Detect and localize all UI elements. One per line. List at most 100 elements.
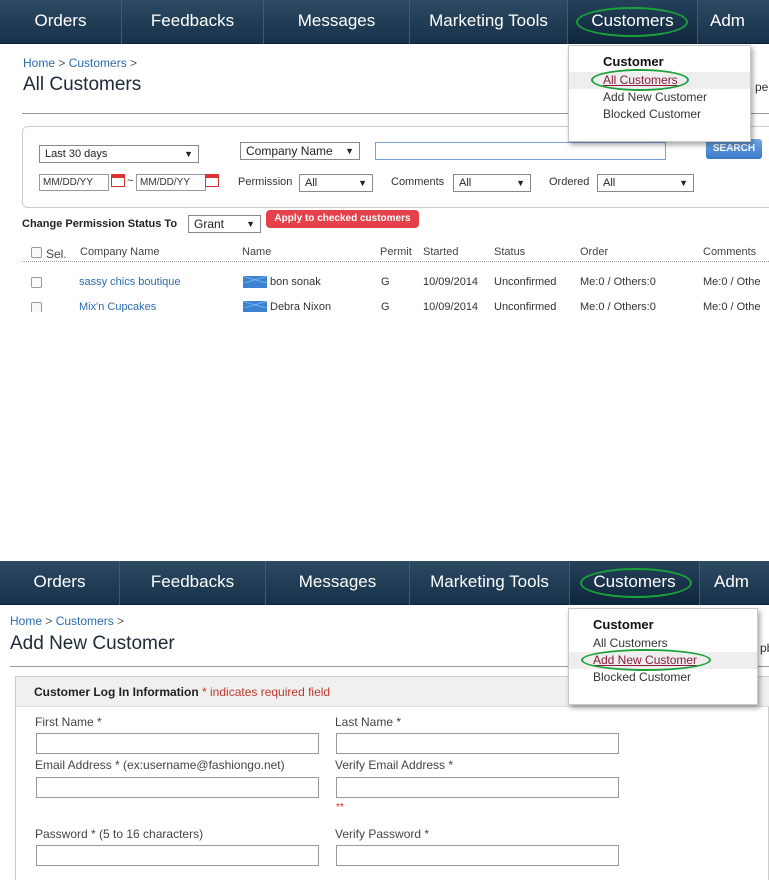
calendar-icon[interactable] — [205, 174, 219, 187]
nav-admin[interactable]: Adm — [698, 0, 769, 44]
menu-item-blocked-customer[interactable]: Blocked Customer — [569, 669, 757, 686]
comments-select[interactable]: All ▼ — [453, 174, 531, 192]
permit-value: G — [381, 301, 390, 312]
column-header-status[interactable]: Status — [494, 246, 525, 258]
dropdown-header: Customer — [593, 617, 654, 632]
company-link[interactable]: Mix'n Cupcakes — [79, 301, 156, 312]
column-header-sel: Sel. — [46, 247, 67, 261]
form-section-title: Customer Log In Information — [34, 685, 199, 699]
comment-count: Me:0 / Othe — [703, 301, 761, 312]
search-input[interactable] — [375, 142, 666, 160]
highlight-oval — [591, 69, 689, 91]
breadcrumb-separator: > — [126, 56, 138, 70]
nav-feedbacks[interactable]: Feedbacks — [120, 561, 266, 605]
verify-password-input[interactable] — [336, 845, 619, 866]
ordered-select[interactable]: All ▼ — [597, 174, 694, 192]
end-date-input[interactable]: MM/DD/YY — [136, 174, 206, 191]
customer-name: Debra Nixon — [270, 301, 332, 312]
breadcrumb-separator: > — [55, 56, 69, 70]
calendar-icon[interactable] — [111, 174, 125, 187]
chevron-down-icon: ▼ — [345, 146, 354, 156]
required-note: * indicates required field — [202, 685, 331, 699]
menu-item-add-new-customer[interactable]: Add New Customer — [569, 89, 750, 106]
nav-messages[interactable]: Messages — [264, 0, 410, 44]
nav-feedbacks[interactable]: Feedbacks — [122, 0, 264, 44]
chevron-down-icon: ▼ — [246, 219, 255, 229]
start-date-input[interactable]: MM/DD/YY — [39, 174, 109, 191]
column-header-permit[interactable]: Permit — [380, 246, 412, 258]
menu-item-add-new-customer[interactable]: Add New Customer — [569, 649, 757, 671]
customers-dropdown-menu: Customer All Customers Add New Customer … — [568, 608, 758, 705]
clipped-text: pb — [760, 641, 769, 655]
envelope-icon[interactable] — [243, 276, 267, 288]
highlight-oval — [580, 568, 692, 598]
password-input[interactable] — [36, 845, 319, 866]
comments-value: All — [459, 177, 472, 189]
nav-marketing-tools[interactable]: Marketing Tools — [410, 0, 568, 44]
nav-messages[interactable]: Messages — [266, 561, 410, 605]
column-header-comments[interactable]: Comments — [703, 246, 756, 258]
column-header-company[interactable]: Company Name — [80, 246, 159, 258]
apply-to-checked-button[interactable]: Apply to checked customers — [266, 210, 419, 228]
comments-label: Comments — [391, 176, 445, 188]
table-header-divider — [22, 261, 769, 262]
customer-name: bon sonak — [270, 276, 321, 288]
nav-admin[interactable]: Adm — [700, 561, 769, 605]
permission-value: All — [305, 177, 318, 189]
date-range-value: Last 30 days — [45, 148, 108, 160]
last-name-label: Last Name * — [335, 715, 402, 729]
envelope-icon[interactable] — [243, 301, 267, 312]
customers-dropdown-menu: Customer All Customers Add New Customer … — [568, 45, 751, 142]
first-name-input[interactable] — [36, 733, 319, 754]
breadcrumb-separator: > — [113, 614, 125, 628]
breadcrumb-customers[interactable]: Customers — [56, 614, 114, 628]
breadcrumb-home[interactable]: Home — [10, 614, 42, 628]
permission-status-select[interactable]: Grant ▼ — [188, 215, 261, 233]
date-range-select[interactable]: Last 30 days ▼ — [39, 145, 199, 163]
started-date: 10/09/2014 — [423, 276, 479, 288]
row-checkbox[interactable] — [31, 302, 42, 312]
search-field-select[interactable]: Company Name ▼ — [240, 142, 360, 160]
ordered-label: Ordered — [549, 176, 590, 188]
last-name-input[interactable] — [336, 733, 619, 754]
order-count: Me:0 / Others:0 — [580, 276, 656, 288]
verify-email-input[interactable] — [336, 777, 619, 798]
change-permission-label: Change Permission Status To — [22, 218, 178, 230]
status-value: Unconfirmed — [494, 276, 557, 288]
nav-orders[interactable]: Orders — [0, 0, 122, 44]
permission-select[interactable]: All ▼ — [299, 174, 373, 192]
search-button[interactable]: SEARCH — [706, 139, 762, 159]
chevron-down-icon: ▼ — [516, 178, 525, 188]
all-customers-screenshot: Orders Feedbacks Messages Marketing Tool… — [0, 0, 769, 312]
clipped-text: pe — [755, 80, 769, 94]
page-title: Add New Customer — [10, 633, 175, 654]
row-checkbox[interactable] — [31, 277, 42, 288]
chevron-down-icon: ▼ — [679, 178, 688, 188]
menu-item-blocked-customer[interactable]: Blocked Customer — [569, 106, 750, 123]
breadcrumb: Home > Customers > — [23, 56, 137, 70]
page-title: All Customers — [23, 74, 142, 95]
company-link[interactable]: sassy chics boutique — [79, 276, 181, 288]
verify-email-label: Verify Email Address * — [335, 758, 454, 772]
order-count: Me:0 / Others:0 — [580, 301, 656, 312]
column-header-order[interactable]: Order — [580, 246, 608, 258]
nav-orders[interactable]: Orders — [0, 561, 120, 605]
breadcrumb-home[interactable]: Home — [23, 56, 55, 70]
password-label: Password * (5 to 16 characters) — [35, 827, 204, 841]
select-all-checkbox[interactable] — [31, 247, 42, 258]
date-range-separator: ~ — [127, 175, 134, 187]
breadcrumb-separator: > — [42, 614, 56, 628]
breadcrumb: Home > Customers > — [10, 614, 124, 628]
column-header-name[interactable]: Name — [242, 246, 271, 258]
validation-error-mark: ** — [336, 802, 344, 813]
highlight-oval — [581, 649, 711, 671]
permission-label: Permission — [238, 176, 293, 188]
column-header-started[interactable]: Started — [423, 246, 458, 258]
email-label: Email Address * (ex:username@fashiongo.n… — [35, 758, 285, 772]
email-input[interactable] — [36, 777, 319, 798]
top-nav-bar: Orders Feedbacks Messages Marketing Tool… — [0, 561, 769, 605]
comment-count: Me:0 / Othe — [703, 276, 761, 288]
nav-marketing-tools[interactable]: Marketing Tools — [410, 561, 570, 605]
menu-item-all-customers[interactable]: All Customers — [569, 69, 750, 91]
breadcrumb-customers[interactable]: Customers — [69, 56, 127, 70]
